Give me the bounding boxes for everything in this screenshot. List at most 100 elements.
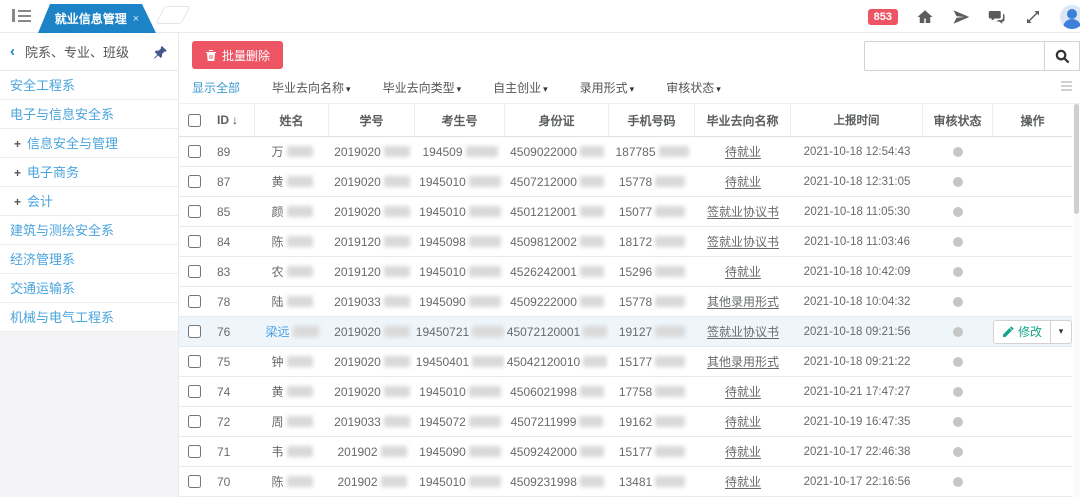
- edit-button[interactable]: 修改: [994, 321, 1051, 343]
- expand-icon[interactable]: [1024, 8, 1042, 26]
- filter-show-all[interactable]: 显示全部: [192, 79, 240, 96]
- cell-report-time: 2021-10-18 12:31:05: [791, 167, 923, 196]
- bulk-delete-button[interactable]: 批量删除: [192, 41, 283, 69]
- cell-report-time: 2021-10-17 22:46:38: [791, 437, 923, 466]
- cell-phone: 15177: [609, 437, 695, 466]
- filter-dropdown[interactable]: 自主创业▾: [493, 79, 548, 96]
- row-checkbox[interactable]: [188, 445, 201, 458]
- cell-name: 梁远: [255, 317, 329, 346]
- tab-label: 就业信息管理: [55, 10, 127, 27]
- sidebar-item[interactable]: 经济管理系: [0, 245, 178, 274]
- sidebar-item[interactable]: 安全工程系: [0, 71, 178, 100]
- col-header-audit-status[interactable]: 审核状态: [923, 104, 993, 136]
- row-checkbox[interactable]: [188, 415, 201, 428]
- row-checkbox[interactable]: [188, 295, 201, 308]
- cell-name: 颜: [255, 197, 329, 226]
- redacted-student-no: [384, 416, 410, 427]
- cell-destination: 待就业: [695, 167, 791, 196]
- col-header-id-card[interactable]: 身份证: [505, 104, 609, 136]
- row-checkbox[interactable]: [188, 265, 201, 278]
- cell-report-time: 2021-10-18 10:04:32: [791, 287, 923, 316]
- cell-student-no: 2019020: [329, 317, 415, 346]
- cell-destination: 待就业: [695, 137, 791, 166]
- sidebar-item[interactable]: 电子与信息安全系: [0, 100, 178, 129]
- col-header-student-no[interactable]: 学号: [329, 104, 415, 136]
- cell-id-card: 4506021998: [505, 377, 609, 406]
- more-actions-button[interactable]: ▾: [1051, 321, 1071, 343]
- redacted-id-card: [580, 236, 604, 247]
- row-checkbox[interactable]: [188, 145, 201, 158]
- employment-table: ID↓ 姓名 学号 考生号 身份证 手机号码 毕业去向名称 上报时间 审核状态 …: [179, 104, 1072, 497]
- redacted-exam-no: [469, 266, 501, 277]
- col-header-phone[interactable]: 手机号码: [609, 104, 695, 136]
- search-input[interactable]: [864, 41, 1044, 71]
- sidebar-item[interactable]: +电子商务: [0, 158, 178, 187]
- notification-badge[interactable]: 853: [868, 9, 898, 25]
- select-all-checkbox[interactable]: [188, 114, 201, 127]
- expand-plus-icon[interactable]: +: [14, 137, 21, 151]
- cell-name: 黄: [255, 377, 329, 406]
- table-row: 87 黄 2019020 1945010 4507212000 15778 待就…: [179, 167, 1072, 197]
- col-header-operation: 操作: [993, 104, 1072, 136]
- filter-dropdown[interactable]: 毕业去向类型▾: [383, 79, 462, 96]
- table-settings-icon[interactable]: [1061, 79, 1072, 93]
- sidebar-item[interactable]: 机械与电气工程系: [0, 303, 178, 332]
- trash-icon: [205, 49, 217, 62]
- cell-id: 74: [209, 377, 255, 406]
- row-checkbox[interactable]: [188, 385, 201, 398]
- table-scrollbar: [1073, 104, 1080, 497]
- cell-audit-status: [923, 197, 993, 226]
- filter-dropdown[interactable]: 毕业去向名称▾: [272, 79, 351, 96]
- cell-exam-no: 1945010: [415, 257, 505, 286]
- redacted-name: [287, 476, 313, 487]
- sidebar-item[interactable]: 交通运输系: [0, 274, 178, 303]
- cell-student-no: 2019020: [329, 347, 415, 376]
- row-checkbox[interactable]: [188, 475, 201, 488]
- row-checkbox[interactable]: [188, 355, 201, 368]
- scrollbar-thumb[interactable]: [1074, 104, 1079, 214]
- row-checkbox[interactable]: [188, 205, 201, 218]
- comments-icon[interactable]: [988, 8, 1006, 26]
- cell-operation: [993, 197, 1072, 226]
- row-checkbox[interactable]: [188, 235, 201, 248]
- user-avatar[interactable]: [1060, 5, 1080, 29]
- sidebar-item[interactable]: +会计: [0, 187, 178, 216]
- sidebar-item[interactable]: +信息安全与管理: [0, 129, 178, 158]
- cell-exam-no: 1945090: [415, 437, 505, 466]
- sidebar-toggle-icon[interactable]: [12, 8, 32, 24]
- cell-phone: 15296: [609, 257, 695, 286]
- expand-plus-icon[interactable]: +: [14, 166, 21, 180]
- send-icon[interactable]: [952, 8, 970, 26]
- row-checkbox[interactable]: [188, 175, 201, 188]
- expand-plus-icon[interactable]: +: [14, 195, 21, 209]
- redacted-exam-no: [469, 476, 501, 487]
- cell-destination: 待就业: [695, 407, 791, 436]
- table-row: 70 陈 201902 1945010 4509231998 13481 待就业…: [179, 467, 1072, 497]
- redacted-phone: [655, 236, 685, 247]
- col-header-id[interactable]: ID↓: [209, 104, 255, 136]
- filter-dropdown[interactable]: 录用形式▾: [580, 79, 635, 96]
- col-header-report-time[interactable]: 上报时间: [791, 104, 923, 136]
- redacted-phone: [655, 176, 685, 187]
- col-header-name[interactable]: 姓名: [255, 104, 329, 136]
- tab-employment-info[interactable]: 就业信息管理 ×: [38, 4, 156, 33]
- redacted-id-card: [580, 146, 604, 157]
- pin-icon[interactable]: [152, 44, 168, 60]
- redacted-student-no: [384, 296, 410, 307]
- sidebar-item[interactable]: 建筑与测绘安全系: [0, 216, 178, 245]
- sidebar-header: ‹ 院系、专业、班级: [0, 33, 178, 71]
- col-header-exam-no[interactable]: 考生号: [415, 104, 505, 136]
- tab-close-icon[interactable]: ×: [133, 13, 139, 25]
- home-icon[interactable]: [916, 8, 934, 26]
- redacted-exam-no: [469, 236, 501, 247]
- col-header-destination[interactable]: 毕业去向名称: [695, 104, 791, 136]
- filter-dropdown[interactable]: 审核状态▾: [666, 79, 721, 96]
- collapse-icon[interactable]: ‹: [10, 43, 15, 60]
- cell-student-no: 2019120: [329, 257, 415, 286]
- cell-student-no: 2019020: [329, 137, 415, 166]
- cell-destination: 待就业: [695, 257, 791, 286]
- cell-exam-no: 19450401: [415, 347, 505, 376]
- cell-student-no: 201902: [329, 437, 415, 466]
- row-checkbox[interactable]: [188, 325, 201, 338]
- search-button[interactable]: [1044, 41, 1080, 71]
